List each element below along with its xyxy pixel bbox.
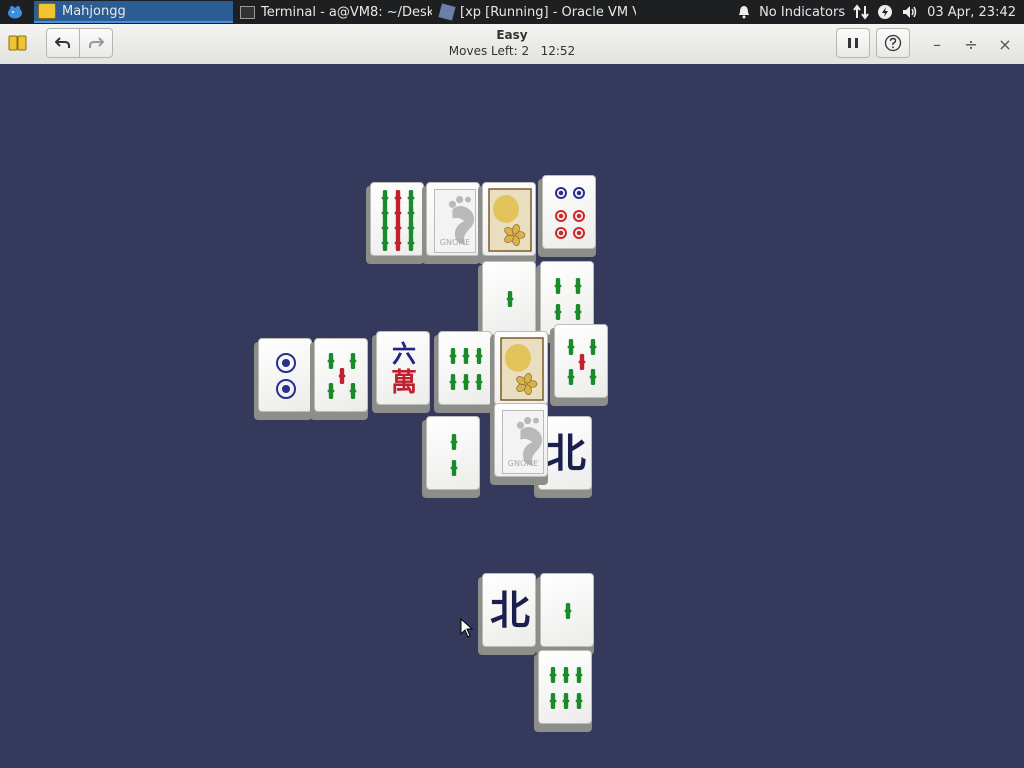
game-status: Moves Left: 2 12:52 <box>0 43 1024 59</box>
tile-face: 北 <box>482 573 536 647</box>
tile-circle-2[interactable] <box>254 338 316 420</box>
tile-face <box>554 324 608 398</box>
gnome-label: GNOME <box>507 459 539 468</box>
taskbar-item-terminal[interactable]: Terminal - a@VM8: ~/Desktop <box>236 1 432 23</box>
elapsed-time: 12:52 <box>540 44 576 58</box>
bamboo-5-icon <box>327 353 357 399</box>
wind-character: 北 <box>490 587 530 634</box>
tile-face: GNOME <box>426 182 480 256</box>
character-number: 六 <box>392 339 416 368</box>
header-bar: Easy Moves Left: 2 12:52 – ÷ × <box>0 24 1024 65</box>
bamboo-1-icon <box>564 603 572 619</box>
system-tray: No Indicators 03 Apr, 23:42 <box>737 0 1024 24</box>
mahjongg-app-icon <box>38 3 56 19</box>
flower--icon <box>488 188 532 252</box>
tile-bamboo-5b[interactable] <box>550 324 612 406</box>
close-icon: × <box>998 34 1012 54</box>
tile-face <box>538 650 592 724</box>
gnome-foot-icon: GNOME <box>434 189 476 253</box>
help-button[interactable] <box>876 28 910 58</box>
power-icon[interactable] <box>877 4 893 20</box>
tile-bamboo-5[interactable] <box>310 338 372 420</box>
top-panel: Mahjongg Terminal - a@VM8: ~/Desktop [xp… <box>0 0 1024 24</box>
indicators-label[interactable]: No Indicators <box>759 5 845 20</box>
pause-icon <box>848 38 858 48</box>
tile-face <box>494 331 548 405</box>
character-glyphs: 六萬 <box>377 332 431 406</box>
taskbar-item-label: Terminal - a@VM8: ~/Desktop <box>261 4 432 20</box>
wind-glyph: 北 <box>483 574 537 648</box>
tile-wind-north-2[interactable]: 北 <box>478 573 540 655</box>
tile-circle-6[interactable] <box>538 175 600 257</box>
app-menu-button[interactable] <box>2 1 30 23</box>
window-title: Easy Moves Left: 2 12:52 <box>0 27 1024 59</box>
volume-icon[interactable] <box>901 4 919 20</box>
bamboo-8-icon <box>381 190 415 251</box>
tile-face <box>314 338 368 412</box>
tile-character-6[interactable]: 六萬 <box>372 331 434 413</box>
tile-face <box>258 338 312 412</box>
tile-face <box>540 573 594 647</box>
difficulty-title: Easy <box>496 28 528 42</box>
tile-bamboo-6b[interactable] <box>534 650 596 732</box>
taskbar-item-mahjongg[interactable]: Mahjongg <box>34 1 233 23</box>
maximize-icon: ÷ <box>964 34 978 54</box>
gnome-foot-icon: GNOME <box>502 410 544 474</box>
tile-bamboo-6[interactable] <box>434 331 496 413</box>
tile-face <box>426 416 480 490</box>
maximize-button[interactable]: ÷ <box>959 32 983 56</box>
flower--icon <box>500 337 544 401</box>
tile-face <box>482 182 536 256</box>
bamboo-6-icon <box>549 667 583 709</box>
minimize-button[interactable]: – <box>925 32 949 56</box>
bell-icon[interactable] <box>737 5 751 19</box>
tile-gnome-joker-2[interactable]: GNOME <box>490 403 552 485</box>
tile-face <box>482 261 536 335</box>
taskbar-item-label: [xp [Running] - Oracle VM Vir... <box>460 4 636 20</box>
moves-left-value: 2 <box>521 44 530 58</box>
pause-button[interactable] <box>836 28 870 58</box>
circle-2-icon <box>276 353 296 399</box>
tile-flower-2[interactable] <box>490 331 552 413</box>
gnome-label: GNOME <box>439 238 471 247</box>
close-button[interactable]: × <box>993 32 1017 56</box>
network-icon[interactable] <box>853 4 869 20</box>
mouse-cursor-icon <box>460 618 474 638</box>
help-icon <box>884 34 902 52</box>
bamboo-2-icon <box>450 434 458 476</box>
tile-face <box>438 331 492 405</box>
circle-6-icon <box>555 187 585 239</box>
tile-face <box>370 182 424 256</box>
tile-face: 六萬 <box>376 331 430 405</box>
tile-bamboo-2[interactable] <box>422 416 484 498</box>
bamboo-5-icon <box>567 339 597 385</box>
tile-bamboo-1[interactable] <box>478 261 540 343</box>
taskbar-item-virtualbox[interactable]: [xp [Running] - Oracle VM Vir... <box>436 1 636 23</box>
tile-bamboo-1b[interactable] <box>536 573 598 655</box>
virtualbox-icon <box>438 3 456 21</box>
clock[interactable]: 03 Apr, 23:42 <box>927 5 1016 20</box>
tile-face: GNOME <box>494 403 548 477</box>
character-suit: 萬 <box>390 368 417 398</box>
tile-face <box>542 175 596 249</box>
tile-bamboo-8[interactable] <box>366 182 428 264</box>
tile-gnome-joker-1[interactable]: GNOME <box>422 182 484 264</box>
tile-flower-1[interactable] <box>478 182 540 264</box>
terminal-icon <box>240 5 255 19</box>
moves-left-label: Moves Left: <box>448 44 518 58</box>
taskbar-item-label: Mahjongg <box>62 3 126 19</box>
bamboo-1-icon <box>506 291 514 307</box>
mouse-logo-icon <box>8 6 22 19</box>
bamboo-6-icon <box>449 348 483 390</box>
minimize-icon: – <box>933 34 941 54</box>
game-board: GNOME 六萬 GNOME 北北 <box>0 64 1024 768</box>
